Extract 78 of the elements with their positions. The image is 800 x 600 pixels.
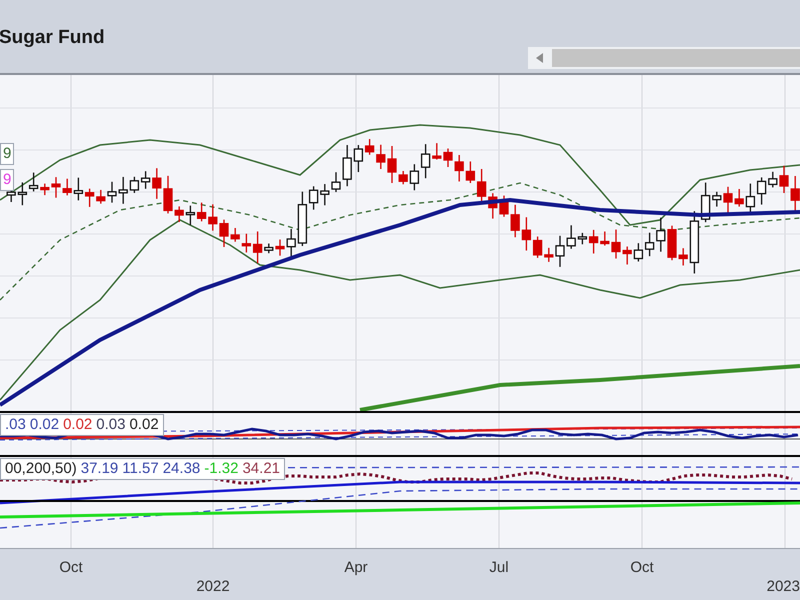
legend-value: 0.02 [30, 415, 60, 435]
left-arrow-icon[interactable] [536, 53, 544, 63]
candlestick [130, 176, 140, 193]
legend-value: 0.02 [129, 415, 159, 435]
candlestick [152, 168, 162, 199]
candlestick [342, 145, 352, 186]
legend-value: 9 [3, 144, 12, 164]
candlestick [163, 176, 173, 214]
month-label: Apr [344, 558, 368, 578]
candlestick [219, 220, 229, 247]
candlestick [107, 182, 117, 203]
candlestick [488, 193, 498, 219]
candlestick [118, 176, 128, 204]
candlestick [544, 248, 554, 262]
candlestick [140, 171, 150, 189]
candlestick [40, 184, 50, 196]
year-label: 2023 [766, 577, 800, 597]
candlestick [746, 184, 756, 214]
candlestick [779, 166, 789, 193]
candlestick [622, 246, 632, 264]
horizontal-scrollbar[interactable] [528, 47, 800, 69]
candlestick [286, 229, 296, 258]
candlestick [420, 144, 430, 178]
candlestick [230, 228, 240, 242]
candlestick [196, 202, 206, 222]
candlestick [790, 176, 800, 212]
legend-value: -1.32 [204, 459, 238, 479]
candlestick [51, 177, 61, 198]
candlestick [331, 172, 341, 192]
candlestick [723, 186, 733, 213]
candlestick [768, 172, 778, 188]
candlestick [734, 189, 744, 207]
legend-value: .03 [5, 415, 26, 435]
candlestick [667, 226, 677, 260]
candlestick [18, 182, 28, 206]
candlestick [96, 190, 106, 204]
legend-value: 37.19 [80, 459, 118, 479]
candlestick [600, 232, 610, 246]
candlestick [756, 177, 766, 205]
candlestick [499, 196, 509, 217]
candlestick [566, 225, 576, 249]
candlestick [208, 204, 218, 231]
candlestick [510, 204, 520, 238]
candlestick [28, 172, 38, 192]
candlestick [656, 218, 666, 252]
candlestick [712, 192, 722, 207]
legend-value: 9 [3, 170, 12, 190]
candlestick [320, 184, 330, 206]
candlestick [410, 164, 420, 190]
month-label: Oct [630, 558, 654, 578]
candlestick [678, 248, 688, 266]
month-label: Oct [59, 558, 83, 578]
legend-value: 24.38 [162, 459, 200, 479]
scrollbar-thumb[interactable] [552, 49, 800, 67]
candlestick [62, 178, 72, 196]
legend-value: 0.03 [96, 415, 126, 435]
candlestick [84, 188, 94, 207]
legend-value: 11.57 [122, 459, 159, 479]
month-label: Jul [489, 558, 509, 578]
candlestick [398, 171, 408, 184]
candlestick [275, 240, 285, 256]
candlestick [644, 232, 654, 256]
candlestick [432, 143, 442, 160]
candlestick [387, 146, 397, 183]
candlestick [376, 144, 386, 169]
candlestick [264, 244, 274, 254]
candlestick [186, 206, 196, 226]
candlestick [74, 178, 84, 200]
legend-value: 0.02 [63, 415, 92, 435]
candlestick [174, 206, 184, 222]
legend-value: 00,200,50) [5, 459, 77, 479]
candlestick [555, 236, 565, 267]
candlestick [634, 243, 644, 262]
candlestick [611, 230, 621, 259]
candlestick [443, 148, 453, 167]
year-label: 2022 [196, 577, 230, 597]
candlestick [454, 155, 464, 182]
legend-value: 34.21 [242, 459, 280, 479]
